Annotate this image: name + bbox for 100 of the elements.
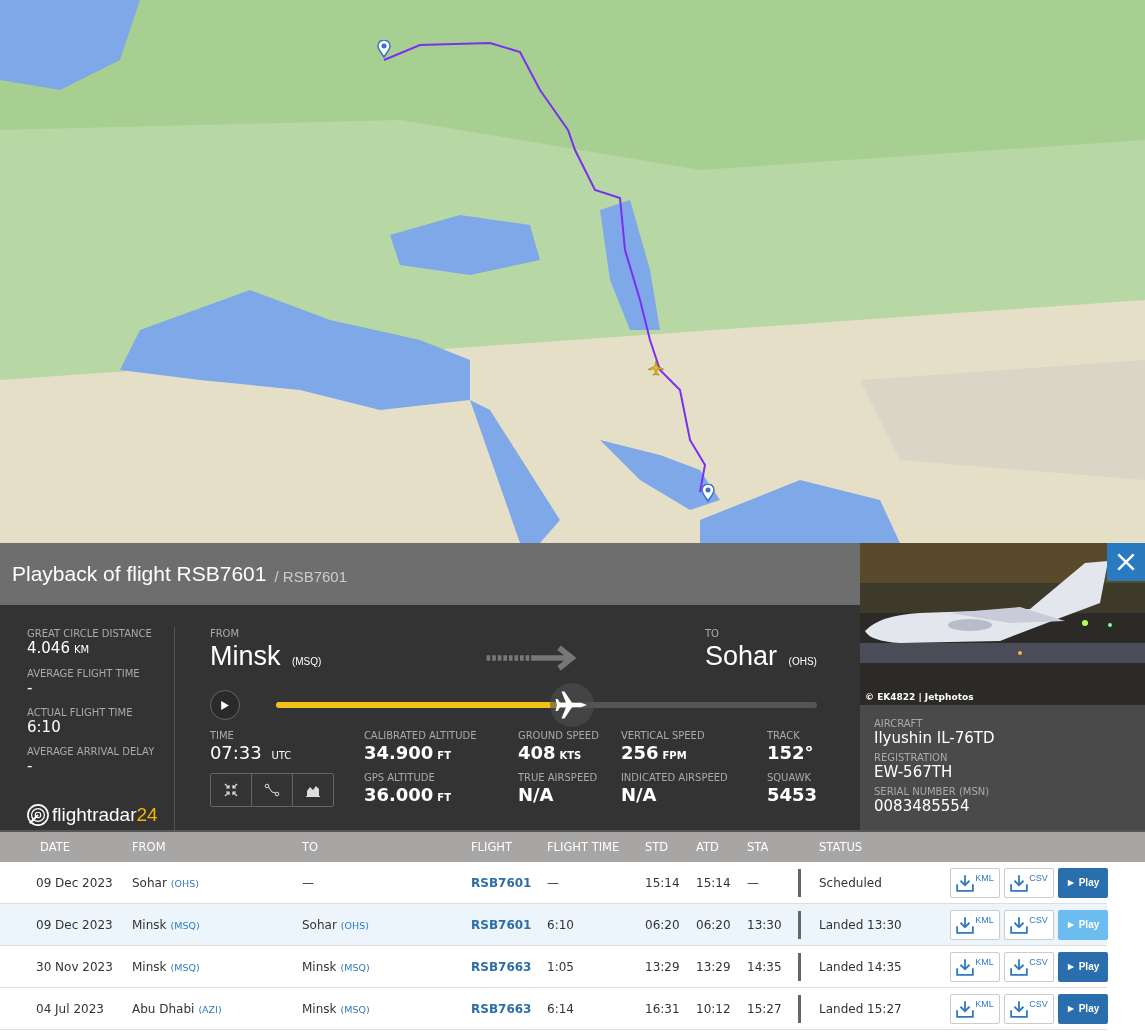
download-icon: [1010, 915, 1029, 934]
stat-value: -: [27, 758, 34, 775]
table-cell: Minsk (MSQ): [302, 1001, 370, 1016]
play-icon: [219, 699, 231, 711]
status-cell: Landed 14:35: [819, 959, 902, 974]
collapse-icon: [222, 782, 239, 798]
download-icon: [1010, 873, 1029, 892]
play-button[interactable]: [209, 690, 240, 720]
metric-label: GPS ALTITUDE: [363, 771, 436, 784]
status-cell: Landed 15:27: [819, 1001, 902, 1016]
flight-link[interactable]: RSB7663: [471, 1001, 532, 1016]
table-cell: 13:30: [747, 917, 782, 932]
from-city: Minsk (MSQ): [209, 640, 322, 673]
status-cell: Landed 13:30: [819, 917, 902, 932]
download-button[interactable]: KML: [950, 909, 1000, 940]
from-label: FROM: [209, 627, 241, 640]
airplane-thumb-icon[interactable]: [549, 683, 594, 727]
stat-label: ACTUAL FLIGHT TIME: [27, 706, 134, 719]
metric-value: 5453: [766, 784, 817, 806]
column-header: STATUS: [819, 840, 863, 854]
play-icon: [1066, 962, 1075, 971]
flight-row[interactable]: 30 Nov 2023 Minsk (MSQ) Minsk (MSQ) RSB7663 1:05 13:29 13:29 14:35 Landed 14:35 KML CSV Play: [0, 946, 1107, 988]
play-button[interactable]: Play: [1058, 951, 1108, 982]
table-cell: —: [747, 875, 759, 890]
download-icon: [956, 873, 975, 892]
table-cell: Minsk (MSQ): [132, 959, 200, 974]
play-icon: [1066, 920, 1075, 929]
play-button[interactable]: Play: [1058, 993, 1108, 1024]
table-cell: Abu Dhabi (AZI): [132, 1001, 222, 1016]
flight-row[interactable]: 04 Jul 2023 Abu Dhabi (AZI) Minsk (MSQ) RSB7663 6:14 16:31 10:12 15:27 Landed 15:27 KML CSV Play: [0, 988, 1107, 1030]
metric-label: INDICATED AIRSPEED: [620, 771, 729, 784]
table-cell: 09 Dec 2023: [36, 917, 113, 932]
to-city: Sohar (OHS): [705, 640, 817, 673]
download-button[interactable]: CSV: [1004, 909, 1054, 940]
flight-link[interactable]: RSB7601: [471, 875, 532, 890]
table-cell: Sohar (OHS): [132, 875, 199, 890]
column-header: FLIGHT TIME: [547, 840, 620, 854]
play-icon: [1066, 1004, 1075, 1013]
stat-label: AVERAGE FLIGHT TIME: [27, 667, 141, 680]
metric-label: TRUE AIRSPEED: [517, 771, 599, 784]
close-button[interactable]: [1107, 543, 1145, 581]
column-header: TO: [302, 840, 319, 854]
stat-value: 6:10: [27, 719, 62, 736]
to-label: TO: [705, 627, 720, 640]
panel-subtitle: / RSB7601: [274, 567, 348, 585]
table-cell: 09 Dec 2023: [36, 875, 113, 890]
metric-value: N/A: [517, 784, 555, 806]
play-icon: [1066, 878, 1075, 887]
time-value: 07:33 UTC: [209, 742, 293, 765]
download-button[interactable]: CSV: [1004, 993, 1054, 1024]
aircraft-label: SERIAL NUMBER (MSN): [874, 785, 991, 798]
table-cell: Sohar (OHS): [302, 917, 369, 932]
stat-label: GREAT CIRCLE DISTANCE: [27, 627, 153, 640]
table-cell: 10:12: [696, 1001, 731, 1016]
aircraft-value: Ilyushin IL-76TD: [874, 730, 996, 747]
table-cell: —: [302, 875, 314, 890]
metric-label: SQUAWK: [766, 771, 813, 784]
column-header: ATD: [696, 840, 719, 854]
column-header: DATE: [40, 840, 70, 854]
download-icon: [1010, 957, 1029, 976]
logo-text: flightradar24: [52, 804, 158, 826]
photo-credit: © EK4822 | Jetphotos: [865, 692, 974, 702]
play-button[interactable]: Play: [1058, 867, 1108, 898]
metric-label: TRACK: [766, 729, 801, 742]
download-button[interactable]: CSV: [1004, 951, 1054, 982]
metric-value: 408 KTS: [517, 742, 583, 765]
table-cell: Minsk (MSQ): [302, 959, 370, 974]
stat-value: 4.046 KM: [27, 640, 91, 658]
table-cell: 04 Jul 2023: [36, 1001, 104, 1016]
table-cell: 1:05: [547, 959, 574, 974]
column-header: STD: [645, 840, 669, 854]
table-cell: 16:31: [645, 1001, 680, 1016]
table-cell: 06:20: [645, 917, 680, 932]
download-button[interactable]: KML: [950, 867, 1000, 898]
table-cell: 15:14: [645, 875, 680, 890]
download-button[interactable]: CSV: [1004, 867, 1054, 898]
progress-slider[interactable]: [275, 683, 817, 727]
flight-row[interactable]: 09 Dec 2023 Minsk (MSQ) Sohar (OHS) RSB7601 6:10 06:20 06:20 13:30 Landed 13:30 KML CSV Play: [0, 904, 1107, 946]
time-label: TIME: [209, 729, 235, 742]
stat-label: AVERAGE ARRIVAL DELAY: [27, 745, 156, 758]
metric-value: 256 FPM: [620, 742, 688, 765]
panel-title: Playback of flight RSB7601: [12, 562, 267, 586]
metric-value: N/A: [620, 784, 658, 806]
download-button[interactable]: KML: [950, 951, 1000, 982]
column-header: STA: [747, 840, 769, 854]
download-button[interactable]: KML: [950, 993, 1000, 1024]
flight-link[interactable]: RSB7663: [471, 959, 532, 974]
metric-label: VERTICAL SPEED: [620, 729, 706, 742]
route-icon: [263, 782, 280, 798]
metric-value: 36.000 FT: [363, 784, 452, 807]
column-header: FLIGHT: [471, 840, 512, 854]
table-cell: 6:14: [547, 1001, 574, 1016]
table-cell: 13:29: [645, 959, 680, 974]
download-icon: [1010, 999, 1029, 1018]
table-cell: 30 Nov 2023: [36, 959, 113, 974]
flight-link[interactable]: RSB7601: [471, 917, 532, 932]
aircraft-label: REGISTRATION: [874, 751, 949, 764]
table-cell: —: [547, 875, 559, 890]
download-icon: [956, 915, 975, 934]
metric-label: GROUND SPEED: [517, 729, 600, 742]
